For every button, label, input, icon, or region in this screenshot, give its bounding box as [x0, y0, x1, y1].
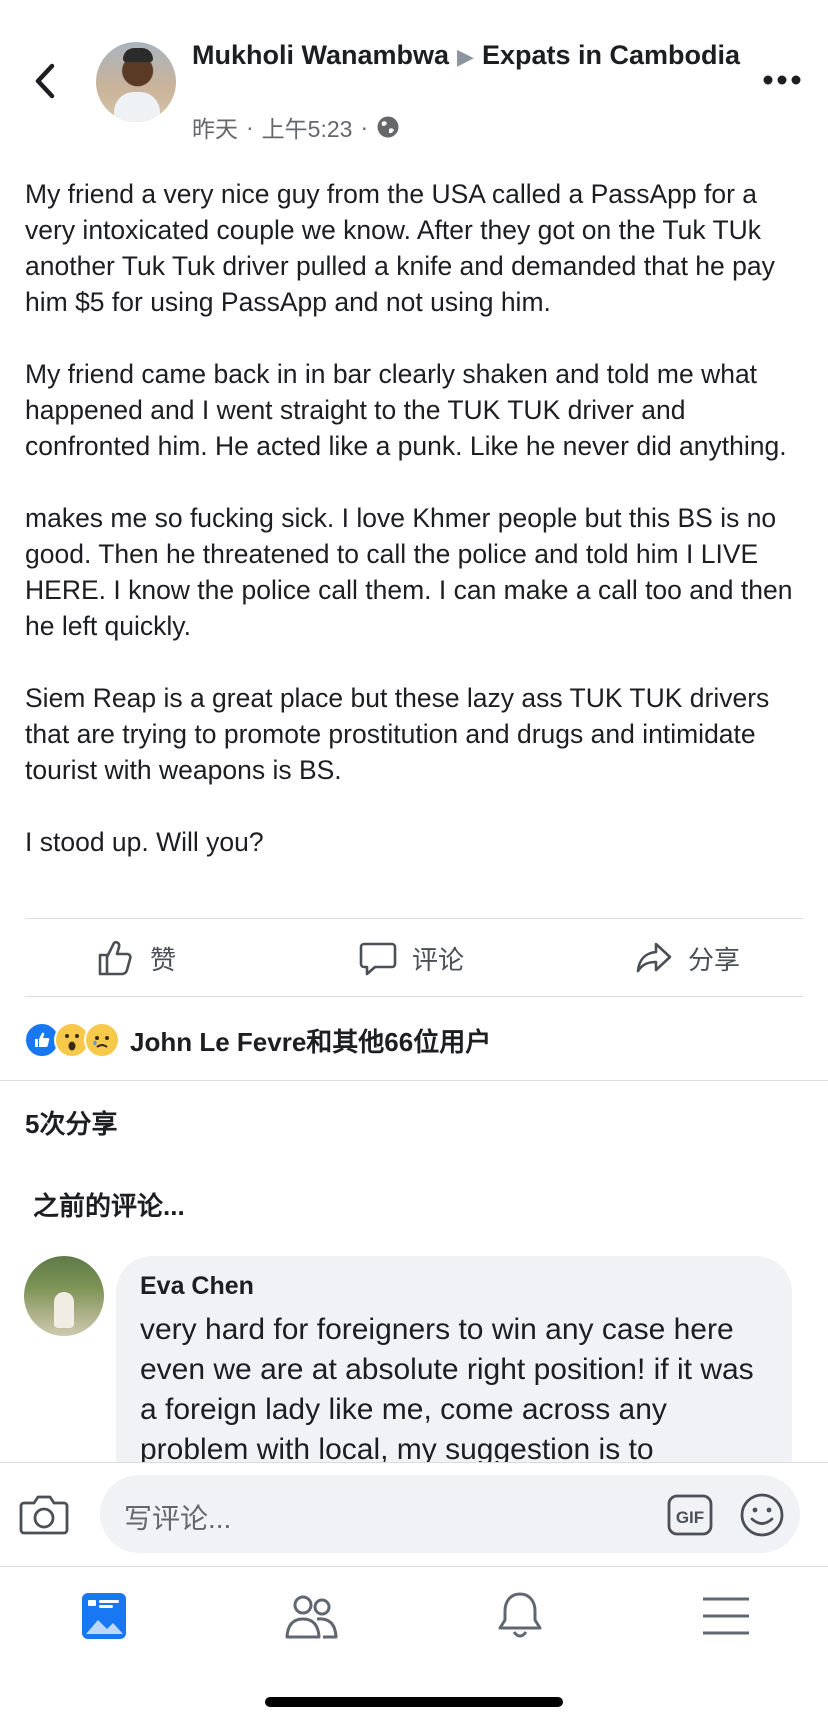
previous-comments-link[interactable]: 之前的评论... — [33, 1186, 185, 1223]
meta-separator: · — [246, 113, 254, 140]
share-count[interactable]: 5次分享 — [25, 1104, 117, 1141]
post-meta: 昨天 · 上午5:23 · — [192, 110, 400, 144]
comment-label: 评论 — [412, 944, 465, 975]
sad-reaction-icon — [84, 1022, 120, 1058]
post-time[interactable]: 上午5:23 — [262, 110, 353, 144]
menu-icon[interactable] — [697, 1589, 757, 1645]
bottom-tab-bar — [0, 1566, 828, 1722]
comment-icon — [359, 942, 397, 976]
commenter-avatar[interactable] — [24, 1256, 104, 1336]
comment-placeholder: 写评论... — [124, 1503, 232, 1534]
post-header: Mukholi Wanambwa ▶ Expats in Cambodia 昨天 ·… — [0, 0, 828, 150]
comment-composer: 写评论... GIF — [0, 1462, 828, 1567]
home-indicator[interactable] — [265, 1697, 563, 1707]
emoji-icon[interactable] — [738, 1491, 786, 1539]
group-name[interactable]: Expats in Cambodia — [482, 40, 740, 70]
share-icon — [636, 942, 672, 973]
groups-icon[interactable] — [282, 1589, 342, 1645]
divider — [25, 996, 803, 997]
more-horizontal-icon[interactable] — [760, 68, 804, 92]
thumbs-up-icon — [98, 940, 132, 976]
reactions-text: John Le Fevre和其他66位用户 — [130, 1026, 492, 1057]
camera-icon[interactable] — [18, 1491, 70, 1539]
gif-icon[interactable]: GIF — [666, 1493, 714, 1537]
reactions-summary[interactable]: John Le Fevre和其他66位用户 — [24, 1020, 491, 1060]
comment-bubble: Eva Chen very hard for foreigners to win… — [116, 1256, 792, 1496]
post-paragraph: My friend a very nice guy from the USA c… — [25, 179, 775, 317]
post-paragraph: Siem Reap is a great place but these laz… — [25, 683, 770, 785]
chevron-left-icon[interactable] — [26, 58, 66, 104]
comment-text: very hard for foreigners to win any case… — [140, 1313, 754, 1466]
action-bar: 赞 评论 分享 — [0, 920, 828, 998]
post-paragraph: I stood up. Will you? — [25, 827, 264, 857]
comment-button[interactable]: 评论 — [358, 938, 464, 978]
gif-label: GIF — [676, 1508, 704, 1527]
share-button[interactable]: 分享 — [634, 938, 740, 978]
author-name[interactable]: Mukholi Wanambwa — [192, 40, 449, 70]
post-paragraph: makes me so fucking sick. I love Khmer p… — [25, 503, 793, 641]
post-title: Mukholi Wanambwa ▶ Expats in Cambodia — [192, 38, 752, 74]
divider — [25, 918, 803, 919]
triangle-right-icon: ▶ — [457, 44, 474, 69]
news-feed-icon[interactable] — [75, 1589, 135, 1645]
post-day: 昨天 — [192, 116, 238, 142]
globe-icon — [377, 116, 399, 138]
author-avatar[interactable] — [96, 42, 176, 122]
like-button[interactable]: 赞 — [96, 938, 176, 978]
like-label: 赞 — [150, 944, 177, 975]
share-label: 分享 — [688, 944, 741, 975]
meta-separator-2: · — [360, 113, 369, 140]
commenter-name[interactable]: Eva Chen — [140, 1272, 254, 1301]
section-divider — [0, 1080, 828, 1081]
notifications-icon[interactable] — [490, 1589, 550, 1645]
post-body: My friend a very nice guy from the USA c… — [25, 176, 807, 896]
post-paragraph: My friend came back in in bar clearly sh… — [25, 359, 787, 461]
